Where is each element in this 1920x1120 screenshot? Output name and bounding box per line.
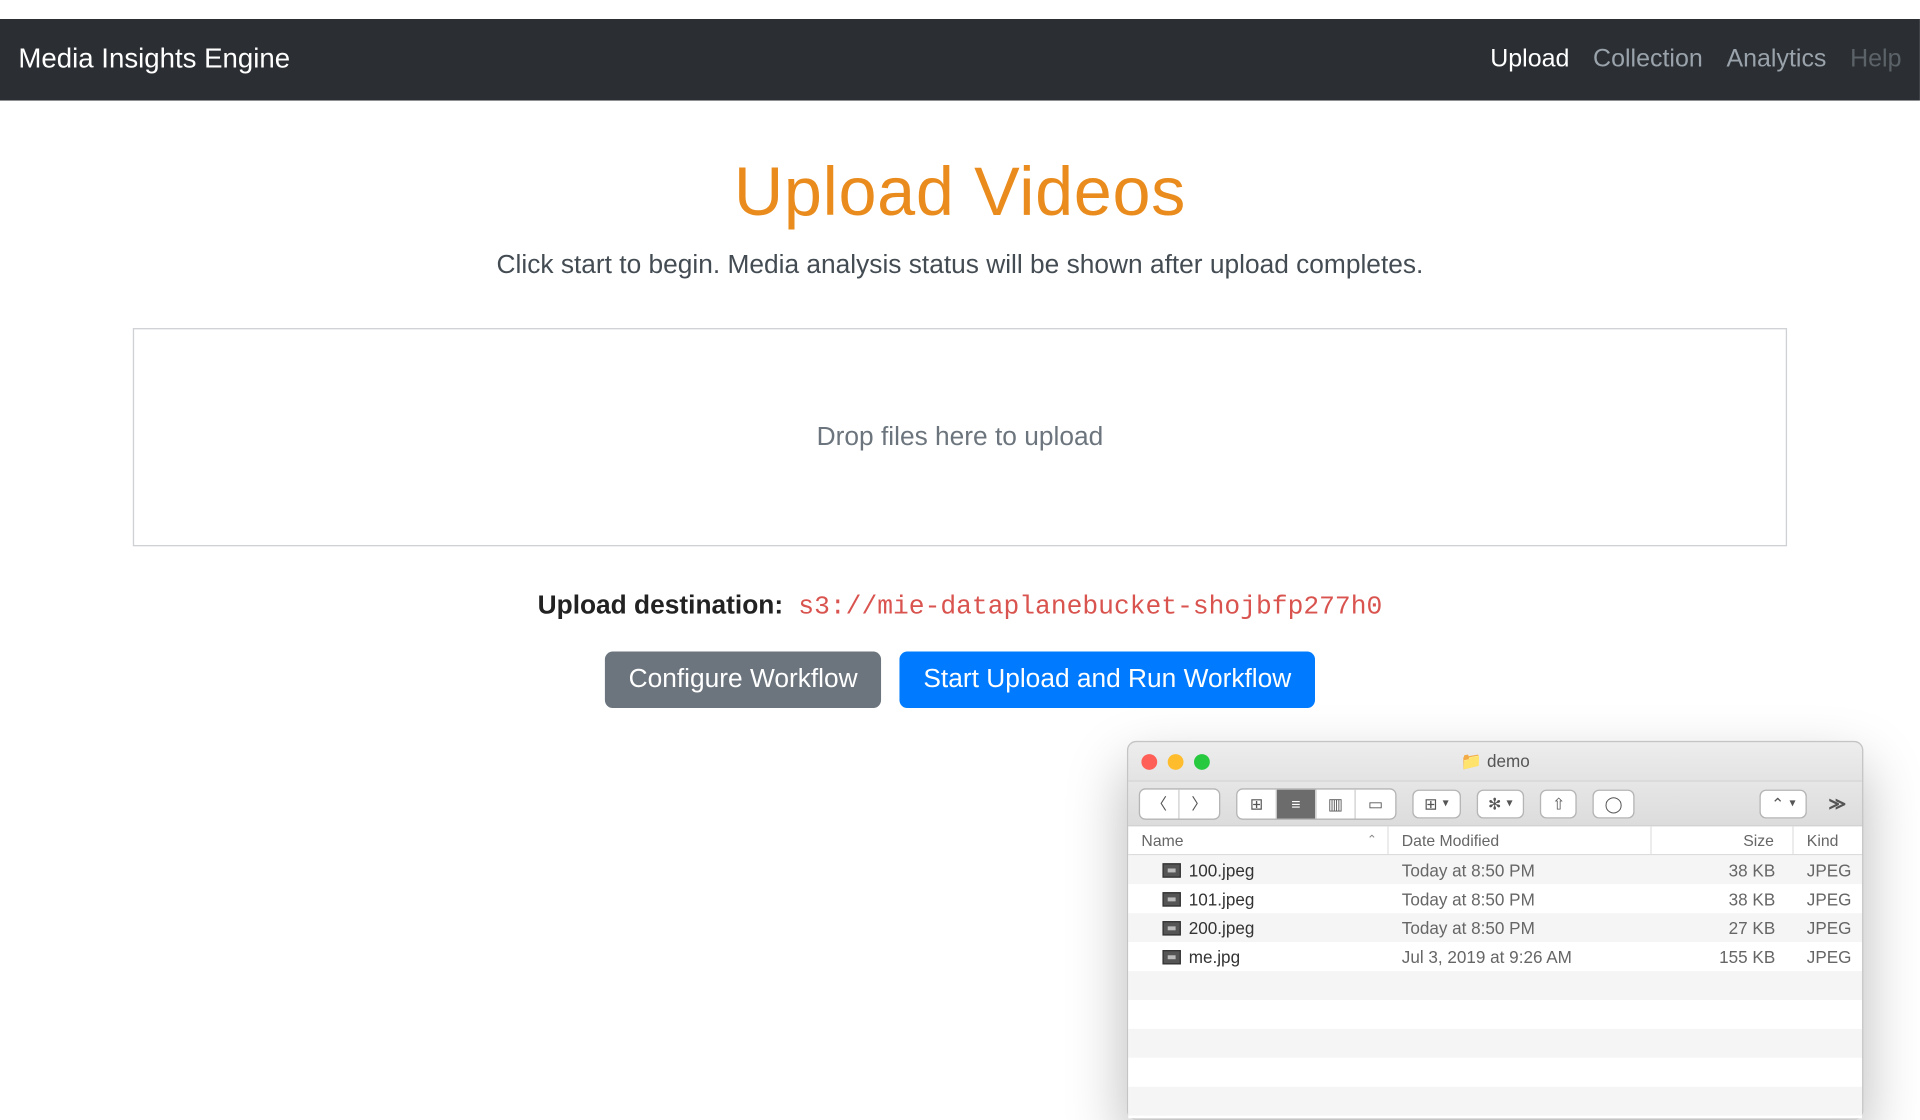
configure-workflow-button[interactable]: Configure Workflow	[605, 652, 881, 709]
finder-forward-button[interactable]: 〉	[1180, 789, 1219, 818]
finder-action-button[interactable]: ✻ ▾	[1476, 789, 1524, 818]
nav-link-analytics[interactable]: Analytics	[1726, 45, 1826, 74]
nav-link-collection[interactable]: Collection	[1593, 45, 1703, 74]
dropzone-text: Drop files here to upload	[817, 422, 1104, 452]
file-date: Today at 8:50 PM	[1389, 860, 1652, 880]
window-minimize-button[interactable]	[1168, 753, 1184, 769]
image-file-icon	[1162, 863, 1180, 877]
finder-file-row[interactable]: 100.jpeg Today at 8:50 PM 38 KB JPEG	[1128, 855, 1862, 884]
file-kind: JPEG	[1794, 918, 1862, 938]
finder-col-header-kind[interactable]: Kind	[1794, 826, 1862, 854]
finder-list-view-button[interactable]: ≡	[1277, 789, 1316, 818]
finder-icon-view-button[interactable]: ⊞	[1237, 789, 1276, 818]
finder-titlebar[interactable]: 📁demo	[1128, 742, 1862, 781]
image-file-icon	[1162, 892, 1180, 906]
window-zoom-button[interactable]	[1194, 753, 1210, 769]
brand-title: Media Insights Engine	[18, 44, 290, 76]
file-date: Today at 8:50 PM	[1389, 889, 1652, 909]
file-size: 155 KB	[1652, 947, 1794, 967]
finder-overflow-button[interactable]: ≫	[1823, 793, 1851, 814]
finder-empty-row	[1128, 1087, 1862, 1116]
finder-share-button[interactable]: ⇧	[1540, 789, 1577, 818]
page-title: Upload Videos	[0, 153, 1920, 232]
finder-arrange-button[interactable]: ⊞ ▾	[1412, 789, 1460, 818]
finder-column-view-button[interactable]: ▥	[1316, 789, 1355, 818]
file-name: 101.jpeg	[1189, 889, 1255, 909]
file-name: 100.jpeg	[1189, 860, 1255, 880]
upload-destination-label: Upload destination:	[538, 591, 783, 620]
file-name: 200.jpeg	[1189, 918, 1255, 938]
folder-icon: 📁	[1460, 751, 1481, 771]
finder-empty-row	[1128, 1029, 1862, 1058]
file-size: 27 KB	[1652, 918, 1794, 938]
upload-destination-value: s3://mie-dataplanebucket-shojbfp277h0	[798, 592, 1382, 622]
finder-nav-group: 〈 〉	[1139, 788, 1221, 820]
file-date: Jul 3, 2019 at 9:26 AM	[1389, 947, 1652, 967]
finder-col-header-date[interactable]: Date Modified	[1389, 826, 1652, 854]
file-kind: JPEG	[1794, 889, 1862, 909]
finder-file-row[interactable]: me.jpg Jul 3, 2019 at 9:26 AM 155 KB JPE…	[1128, 942, 1862, 971]
file-date: Today at 8:50 PM	[1389, 918, 1652, 938]
finder-back-button[interactable]: 〈	[1140, 789, 1179, 818]
finder-empty-row	[1128, 1000, 1862, 1029]
page-subtitle: Click start to begin. Media analysis sta…	[0, 250, 1920, 280]
file-size: 38 KB	[1652, 889, 1794, 909]
nav-link-upload[interactable]: Upload	[1490, 45, 1569, 74]
finder-file-row[interactable]: 200.jpeg Today at 8:50 PM 27 KB JPEG	[1128, 913, 1862, 942]
finder-gallery-view-button[interactable]: ▭	[1356, 789, 1395, 818]
start-upload-button[interactable]: Start Upload and Run Workflow	[900, 652, 1315, 709]
finder-file-list: 100.jpeg Today at 8:50 PM 38 KB JPEG 101…	[1128, 855, 1862, 1118]
finder-tags-button[interactable]: ◯	[1593, 789, 1634, 818]
finder-file-row[interactable]: 101.jpeg Today at 8:50 PM 38 KB JPEG	[1128, 884, 1862, 913]
finder-col-header-size[interactable]: Size	[1652, 826, 1794, 854]
finder-column-headers: Name ⌃ Date Modified Size Kind	[1128, 826, 1862, 855]
file-name: me.jpg	[1189, 947, 1240, 967]
finder-toolbar: 〈 〉 ⊞ ≡ ▥ ▭ ⊞ ▾ ✻ ▾ ⇧ ◯ ⌃ ▾ ≫	[1128, 782, 1862, 827]
image-file-icon	[1162, 949, 1180, 963]
finder-window[interactable]: 📁demo 〈 〉 ⊞ ≡ ▥ ▭ ⊞ ▾ ✻ ▾ ⇧ ◯ ⌃ ▾ ≫	[1127, 741, 1863, 1120]
finder-window-title: 📁demo	[1128, 751, 1862, 772]
finder-empty-row	[1128, 1058, 1862, 1087]
file-dropzone[interactable]: Drop files here to upload	[133, 328, 1787, 546]
file-size: 38 KB	[1652, 860, 1794, 880]
nav-link-help[interactable]: Help	[1850, 45, 1901, 74]
finder-dropbox-button[interactable]: ⌃ ▾	[1759, 789, 1807, 818]
finder-view-group: ⊞ ≡ ▥ ▭	[1236, 788, 1396, 820]
file-kind: JPEG	[1794, 860, 1862, 880]
navbar: Media Insights Engine Upload Collection …	[0, 19, 1920, 101]
file-kind: JPEG	[1794, 947, 1862, 967]
main-content: Upload Videos Click start to begin. Medi…	[0, 101, 1920, 709]
finder-empty-row	[1128, 971, 1862, 1000]
sort-ascending-icon: ⌃	[1367, 833, 1377, 847]
upload-destination-row: Upload destination: s3://mie-dataplanebu…	[0, 591, 1920, 623]
finder-col-header-name[interactable]: Name ⌃	[1128, 826, 1388, 854]
image-file-icon	[1162, 920, 1180, 934]
window-close-button[interactable]	[1141, 753, 1157, 769]
